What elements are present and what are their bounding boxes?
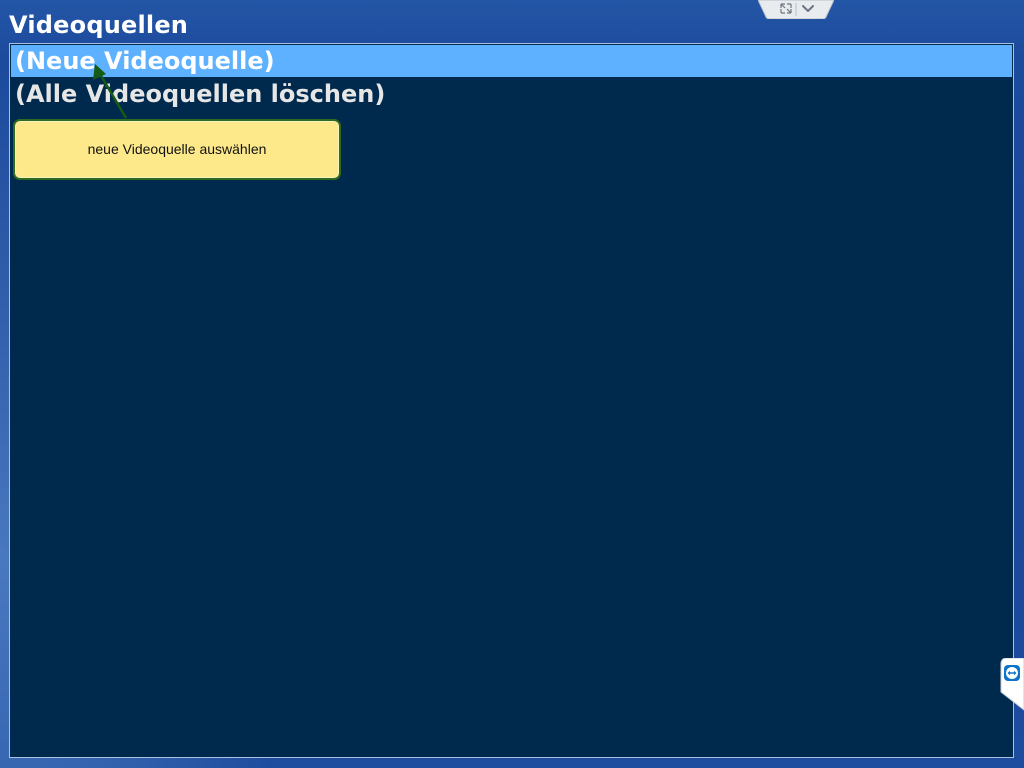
tooltip: neue Videoquelle auswählen bbox=[13, 119, 341, 180]
window-title: Videoquellen bbox=[9, 11, 189, 39]
list-item-delete-all-video-sources[interactable]: (Alle Videoquellen löschen) bbox=[11, 78, 1012, 110]
remote-control-toolbar bbox=[757, 0, 835, 20]
list-item-new-video-source[interactable]: (Neue Videoquelle) bbox=[11, 45, 1012, 77]
teamviewer-icon bbox=[1004, 665, 1020, 681]
fullscreen-icon[interactable] bbox=[777, 1, 795, 16]
teamviewer-side-widget[interactable] bbox=[999, 657, 1024, 711]
toolbar-tab-shape bbox=[757, 0, 835, 20]
chevron-down-icon[interactable] bbox=[799, 1, 817, 16]
